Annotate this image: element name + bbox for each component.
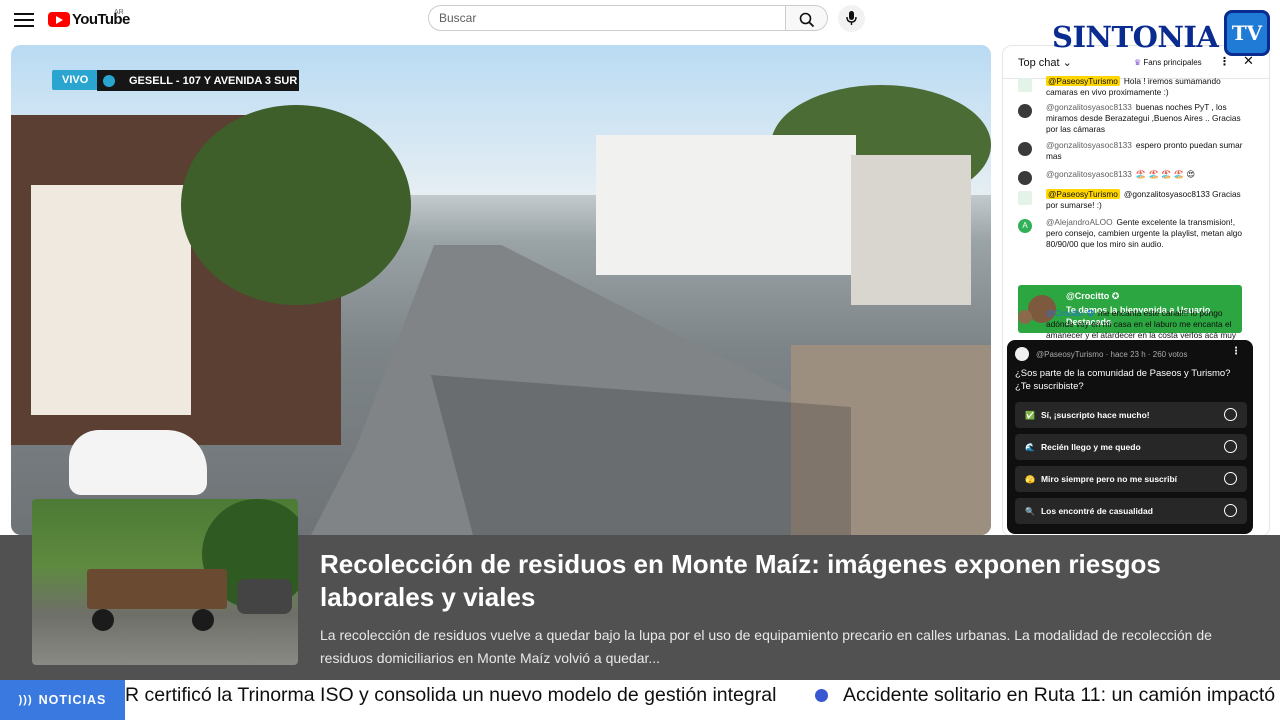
avatar: A [1018,219,1032,233]
search-button[interactable] [786,5,828,31]
live-badge: VIVO [52,70,99,90]
globe-icon [815,689,828,702]
fans-label: Fans principales [1143,58,1202,67]
chat-author[interactable]: @PaseosyTurismo [1046,189,1120,199]
live-chat-panel: Top chat ⌄ ♛ Fans principales ⋮ ✕ @Paseo… [1002,45,1270,537]
chat-text: 🏖️ 🏖️ 🏖️ 🏖️ 😍 [1135,169,1196,179]
top-chat-label: Top chat [1018,57,1060,69]
ticker-label: ))) NOTICIAS [0,680,125,720]
chat-message: A @AlejandroALOO Gente excelente la trans… [1018,217,1246,250]
avatar [1018,171,1032,185]
poll-header: @PaseosyTurismo · hace 23 h · 260 votos [1015,347,1187,361]
poll-card: @PaseosyTurismo · hace 23 h · 260 votos … [1007,340,1253,534]
chat-message: @PaseosyTurismo @gonzalitosyasoc8133 Grac… [1018,189,1246,211]
chat-messages: @PaseosyTurismo Hola ! iremos sumamando c… [1003,76,1269,346]
crown-icon: ♛ [1134,58,1142,67]
chat-message: @gonzalitosyasoc8133 espero pronto puedan… [1018,140,1246,162]
chat-message: @Crocitto ✪ me encanta este canal!!! lo po… [1018,308,1246,341]
ticker-label-text: NOTICIAS [38,693,107,707]
news-description: La recolección de residuos vuelve a qued… [320,627,1212,666]
avatar [1015,347,1029,361]
ticker-item[interactable]: R certificó la Trinorma ISO y consolida … [125,684,776,707]
youtube-play-icon [48,11,70,27]
video-car [69,430,207,495]
chat-author[interactable]: @gonzalitosyasoc8133 [1046,169,1132,179]
country-code: AR [114,9,124,16]
thumbnail-cart [87,569,227,609]
verified-badge-icon: ✪ [1087,308,1094,318]
poll-option-icon: 🫣 [1025,474,1035,484]
news-headline[interactable]: Recolección de residuos en Monte Maíz: i… [320,548,1240,614]
more-options-icon[interactable]: ⋮ [1231,346,1241,357]
video-building-facade [31,185,191,415]
poll-option[interactable]: 🔍 Los encontré de casualidad [1015,498,1247,524]
youtube-logo[interactable]: YouTube AR [48,9,130,28]
poll-option-icon: 🌊 [1025,442,1035,452]
avatar [1018,78,1032,92]
video-tree-left [181,105,411,305]
poll-option[interactable]: 🌊 Recién llego y me quedo [1015,434,1247,460]
radio-icon[interactable] [1224,440,1237,453]
poll-option-icon: ✅ [1025,410,1035,420]
poll-question: ¿Sos parte de la comunidad de Paseos y T… [1015,368,1231,392]
thumbnail-car [237,579,292,614]
chat-message: @gonzalitosyasoc8133 🏖️ 🏖️ 🏖️ 🏖️ 😍 [1018,169,1246,185]
avatar [1018,191,1032,205]
video-building-right [596,135,856,275]
thumbnail-wheel [92,609,114,631]
poll-option-label: Miro siempre pero no me suscribí [1040,474,1178,484]
avatar [1018,104,1032,118]
search-input[interactable]: Buscar [428,5,786,31]
news-ticker: ))) NOTICIAS R certificó la Trinorma ISO… [0,680,1280,720]
radio-icon[interactable] [1224,472,1237,485]
chat-author[interactable]: @gonzalitosyasoc8133 [1046,102,1132,112]
verified-badge-icon: ✪ [1111,291,1120,301]
chat-message: @PaseosyTurismo Hola ! iremos sumamando c… [1018,76,1246,98]
chat-author[interactable]: @Crocitto [1046,308,1083,318]
menu-icon[interactable] [14,10,34,28]
video-building-far-right [851,155,971,305]
thumbnail-wheel [192,609,214,631]
poll-option[interactable]: ✅ Sí, ¡suscripto hace mucho! [1015,402,1247,428]
top-chat-dropdown[interactable]: Top chat ⌄ [1018,56,1072,69]
microphone-icon [846,11,857,25]
more-options-icon[interactable]: ⋮ [1219,55,1230,68]
ticker-track: R certificó la Trinorma ISO y consolida … [125,680,1280,720]
chat-author[interactable]: @AlejandroALOO [1046,217,1113,227]
welcome-name[interactable]: @Crocitto ✪ [1066,291,1119,302]
news-thumbnail[interactable] [32,499,298,665]
radio-icon[interactable] [1224,408,1237,421]
camera-location-label: GESELL - 107 Y AVENIDA 3 SUR [97,70,299,91]
chevron-down-icon: ⌄ [1062,57,1072,69]
tv-badge: TV [1224,10,1270,56]
camera-location-text: GESELL - 107 Y AVENIDA 3 SUR [129,74,298,87]
rss-icon: ))) [18,694,33,706]
chat-author[interactable]: @PaseosyTurismo [1046,76,1120,86]
avatar [1018,310,1032,324]
voice-search-button[interactable] [838,5,865,32]
fans-principales-button[interactable]: ♛ Fans principales [1134,58,1202,67]
chat-message: @gonzalitosyasoc8133 buenas noches PyT , … [1018,102,1246,135]
poll-option[interactable]: 🫣 Miro siempre pero no me suscribí [1015,466,1247,492]
ticker-item[interactable]: Accidente solitario en Ruta 11: un camió… [843,684,1275,707]
brand-name: SINTONIA [1052,20,1219,54]
poll-meta: @PaseosyTurismo · hace 23 h · 260 votos [1036,349,1188,359]
poll-option-label: Sí, ¡suscripto hace mucho! [1040,410,1150,420]
poll-option-label: Los encontré de casualidad [1040,506,1153,516]
poll-option-icon: 🔍 [1025,506,1035,516]
poll-option-label: Recién llego y me quedo [1040,442,1141,452]
video-player[interactable]: VIVO GESELL - 107 Y AVENIDA 3 SUR [11,45,991,535]
chat-author[interactable]: @gonzalitosyasoc8133 [1046,140,1132,150]
avatar [1018,142,1032,156]
search-icon [799,12,815,28]
radio-icon[interactable] [1224,504,1237,517]
globe-icon [103,74,115,87]
